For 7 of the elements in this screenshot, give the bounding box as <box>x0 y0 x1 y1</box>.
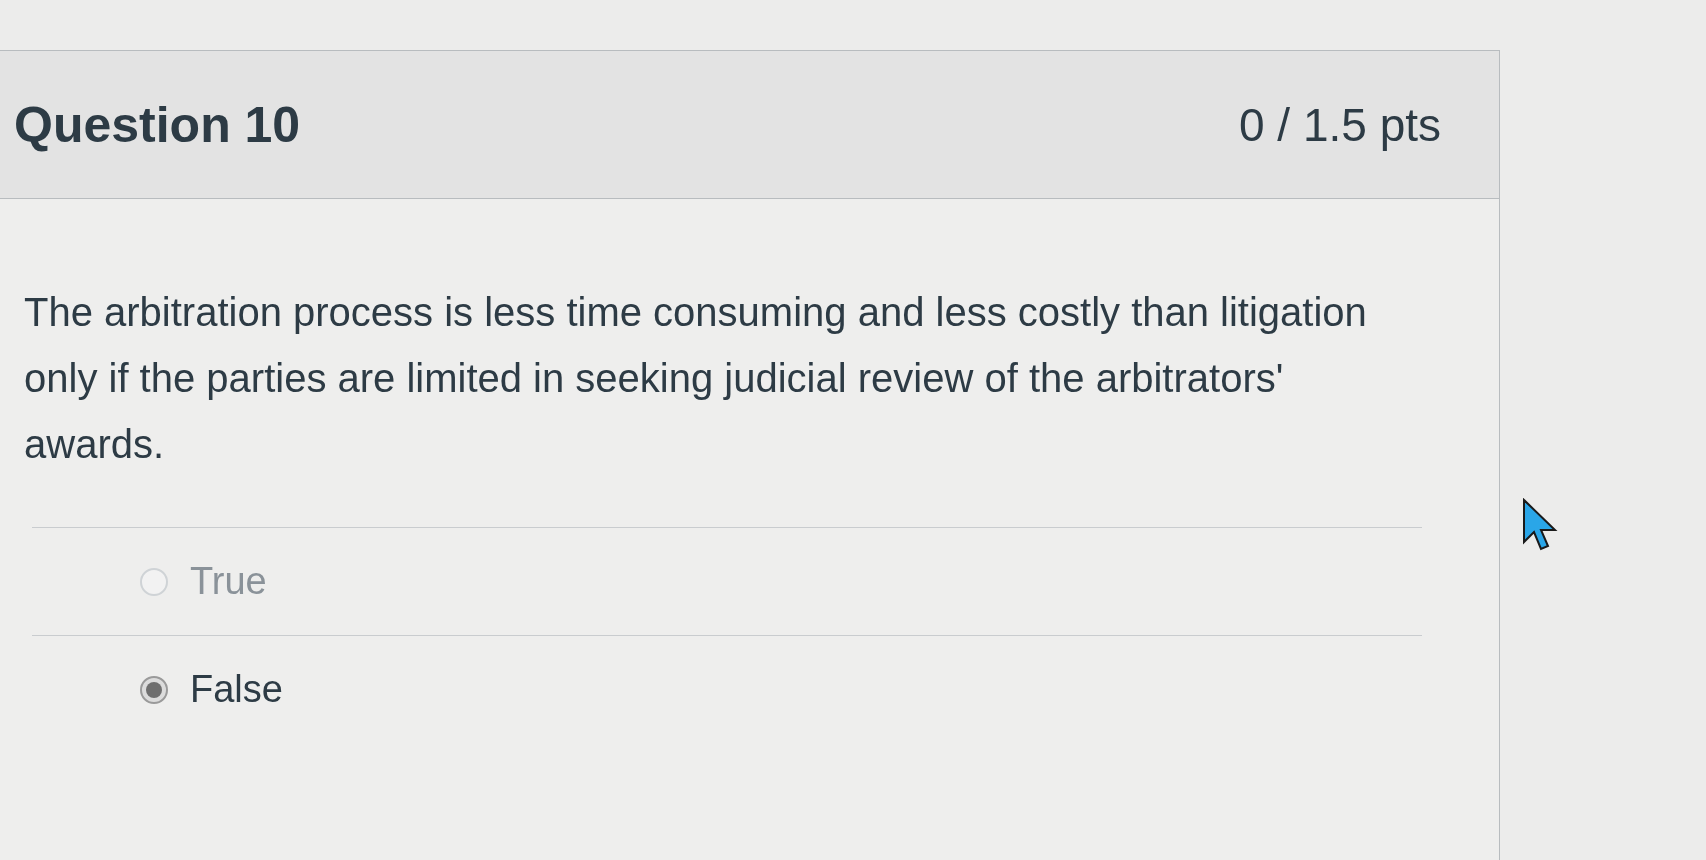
radio-button[interactable] <box>140 567 168 596</box>
question-title: Question 10 <box>14 95 301 154</box>
answer-label: False <box>190 668 283 711</box>
question-text: The arbitration process is less time consuming and less costly than litigation only if the parties are limited in seeking judicial review of the arbitrators' awards. <box>24 289 1368 468</box>
answer-label: True <box>190 560 267 603</box>
points-score: 0 / 1.5 pts <box>1239 97 1441 152</box>
radio-button[interactable] <box>140 675 168 704</box>
